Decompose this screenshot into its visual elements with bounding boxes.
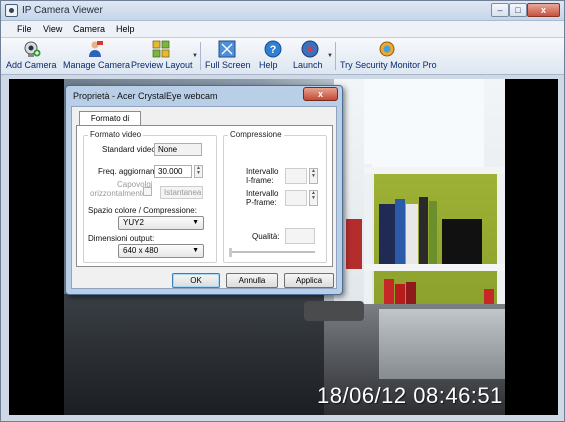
camera-app-icon — [5, 4, 18, 17]
timestamp-overlay: 18/06/12 08:46:51 — [317, 383, 503, 408]
window-title: IP Camera Viewer — [22, 5, 103, 16]
iframe-interval-spinner[interactable]: ▲ ▼ — [309, 168, 318, 184]
tab-stream-format[interactable]: Formato di flusso — [79, 111, 141, 136]
pframe-interval-input[interactable] — [285, 190, 307, 206]
quality-label: Qualità: — [252, 232, 280, 241]
output-size-value: 640 x 480 — [123, 246, 159, 255]
manage-camera-icon — [89, 41, 103, 57]
menu-help[interactable]: Help — [116, 24, 135, 34]
app-window: IP Camera Viewer – □ x File View Camera … — [0, 0, 565, 422]
layout-grid-icon — [152, 40, 170, 58]
pframe-interval-label: Intervallo — [246, 189, 279, 198]
security-monitor-icon — [379, 41, 395, 57]
quality-value-field — [285, 228, 315, 244]
frame-rate-input[interactable]: 30.000 — [154, 165, 192, 178]
output-size-label: Dimensioni output: — [88, 234, 155, 243]
video-format-label: Formato video — [88, 130, 144, 139]
snapshot-button[interactable]: Istantanea — [160, 186, 203, 199]
cancel-button[interactable]: Annulla — [226, 273, 278, 288]
frame-rate-spinner[interactable]: ▲ ▼ — [194, 165, 203, 178]
minimize-button[interactable]: – — [491, 3, 509, 17]
preview-layout-dropdown-icon[interactable]: ▼ — [192, 53, 198, 59]
quality-slider[interactable] — [229, 251, 315, 253]
try-security-monitor-button[interactable]: Try Security Monitor Pro — [340, 40, 437, 73]
launch-icon — [301, 40, 319, 58]
output-size-select[interactable]: 640 x 480 ▼ — [118, 244, 204, 258]
color-space-select[interactable]: YUY2 ▼ — [118, 216, 204, 230]
camera-properties-dialog: Proprietà - Acer CrystalEye webcam x For… — [65, 85, 343, 295]
full-screen-button[interactable]: Full Screen — [205, 40, 251, 73]
ok-button[interactable]: OK — [172, 273, 220, 288]
video-standard-field: None — [154, 143, 202, 156]
launch-dropdown-icon[interactable]: ▼ — [327, 53, 333, 59]
menu-bar: File View Camera Help — [1, 21, 564, 38]
pframe-interval-spinner[interactable]: ▲ ▼ — [309, 190, 318, 206]
flip-label-2: orizzontalmente: — [90, 189, 149, 198]
color-space-value: YUY2 — [123, 218, 144, 227]
compression-group: Compressione Intervallo I-frame: ▲ ▼ Inte… — [223, 130, 327, 263]
toolbar-separator — [335, 42, 336, 70]
add-camera-button[interactable]: Add Camera — [6, 40, 58, 73]
chevron-down-icon: ▼ — [192, 247, 199, 254]
full-screen-icon — [218, 40, 236, 58]
menu-view[interactable]: View — [43, 24, 62, 34]
help-button[interactable]: ? Help — [259, 40, 287, 73]
compression-label: Compressione — [228, 130, 284, 139]
dialog-close-button[interactable]: x — [303, 87, 338, 101]
iframe-interval-label: Intervallo — [246, 167, 279, 176]
frame-rate-label: Freq. aggiornam.: — [98, 167, 162, 176]
flip-horizontal-checkbox[interactable] — [143, 187, 152, 196]
menu-file[interactable]: File — [17, 24, 32, 34]
menu-camera[interactable]: Camera — [73, 24, 105, 34]
video-standard-label: Standard video: — [102, 145, 159, 154]
apply-button[interactable]: Applica — [284, 273, 334, 288]
dialog-title: Proprietà - Acer CrystalEye webcam — [73, 91, 218, 101]
iframe-interval-label-2: I-frame: — [246, 176, 274, 185]
add-camera-icon — [24, 41, 41, 57]
help-icon: ? — [264, 40, 282, 58]
preview-layout-button[interactable]: Preview Layout — [131, 40, 193, 73]
pframe-interval-label-2: P-frame: — [246, 198, 277, 207]
chevron-down-icon: ▼ — [192, 219, 199, 226]
iframe-interval-input[interactable] — [285, 168, 307, 184]
video-format-group: Formato video Standard video: None Freq.… — [83, 130, 217, 263]
toolbar: Add Camera Manage Camera Preview Layout … — [1, 38, 564, 75]
quality-slider-handle[interactable] — [229, 248, 232, 257]
launch-button[interactable]: Launch — [293, 40, 327, 73]
maximize-button[interactable]: □ — [509, 3, 527, 17]
svg-text:?: ? — [270, 44, 277, 56]
tab-panel: Formato video Standard video: None Freq.… — [76, 125, 333, 267]
dialog-body: Formato di flusso Formato video Standard… — [71, 106, 337, 289]
title-bar: IP Camera Viewer – □ x — [1, 1, 564, 21]
close-button[interactable]: x — [527, 3, 560, 17]
toolbar-separator — [200, 42, 201, 70]
color-space-label: Spazio colore / Compressione: — [88, 206, 197, 215]
manage-camera-button[interactable]: Manage Camera — [63, 40, 130, 73]
